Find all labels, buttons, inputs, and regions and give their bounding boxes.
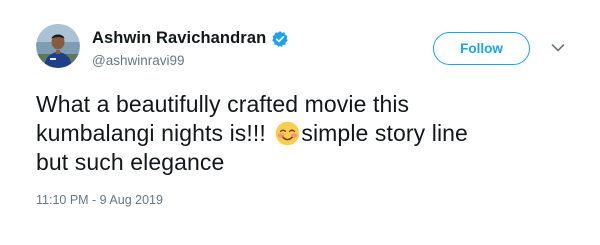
author-handle[interactable]: @ashwinravi99 bbox=[92, 53, 185, 68]
tweet-text-segment: kumbalangi nights is!!! bbox=[36, 120, 273, 146]
follow-button[interactable]: Follow bbox=[433, 32, 530, 65]
author-avatar[interactable] bbox=[36, 24, 80, 68]
tweet-timestamp[interactable]: 11:10 PM - 9 Aug 2019 bbox=[36, 193, 163, 207]
chevron-down-icon[interactable] bbox=[551, 43, 565, 53]
tweet-text-line-1: What a beautifully crafted movie this bbox=[36, 91, 410, 117]
author-display-name[interactable]: Ashwin Ravichandran bbox=[92, 29, 266, 48]
tweet-text-line-2: kumbalangi nights is!!! simple story lin… bbox=[36, 119, 576, 148]
tweet-text: What a beautifully crafted movie this ku… bbox=[36, 90, 576, 177]
tweet-text-line-3: but such elegance bbox=[36, 149, 225, 175]
verified-badge-icon bbox=[271, 30, 289, 48]
profile-photo-icon bbox=[36, 24, 80, 68]
smiling-face-with-hearts-blush-icon bbox=[275, 121, 300, 146]
tweet-text-segment: simple story line bbox=[301, 120, 468, 146]
tweet-card: Ashwin Ravichandran @ashwinravi99 Follow… bbox=[0, 0, 600, 245]
author-name-row: Ashwin Ravichandran bbox=[92, 29, 289, 48]
